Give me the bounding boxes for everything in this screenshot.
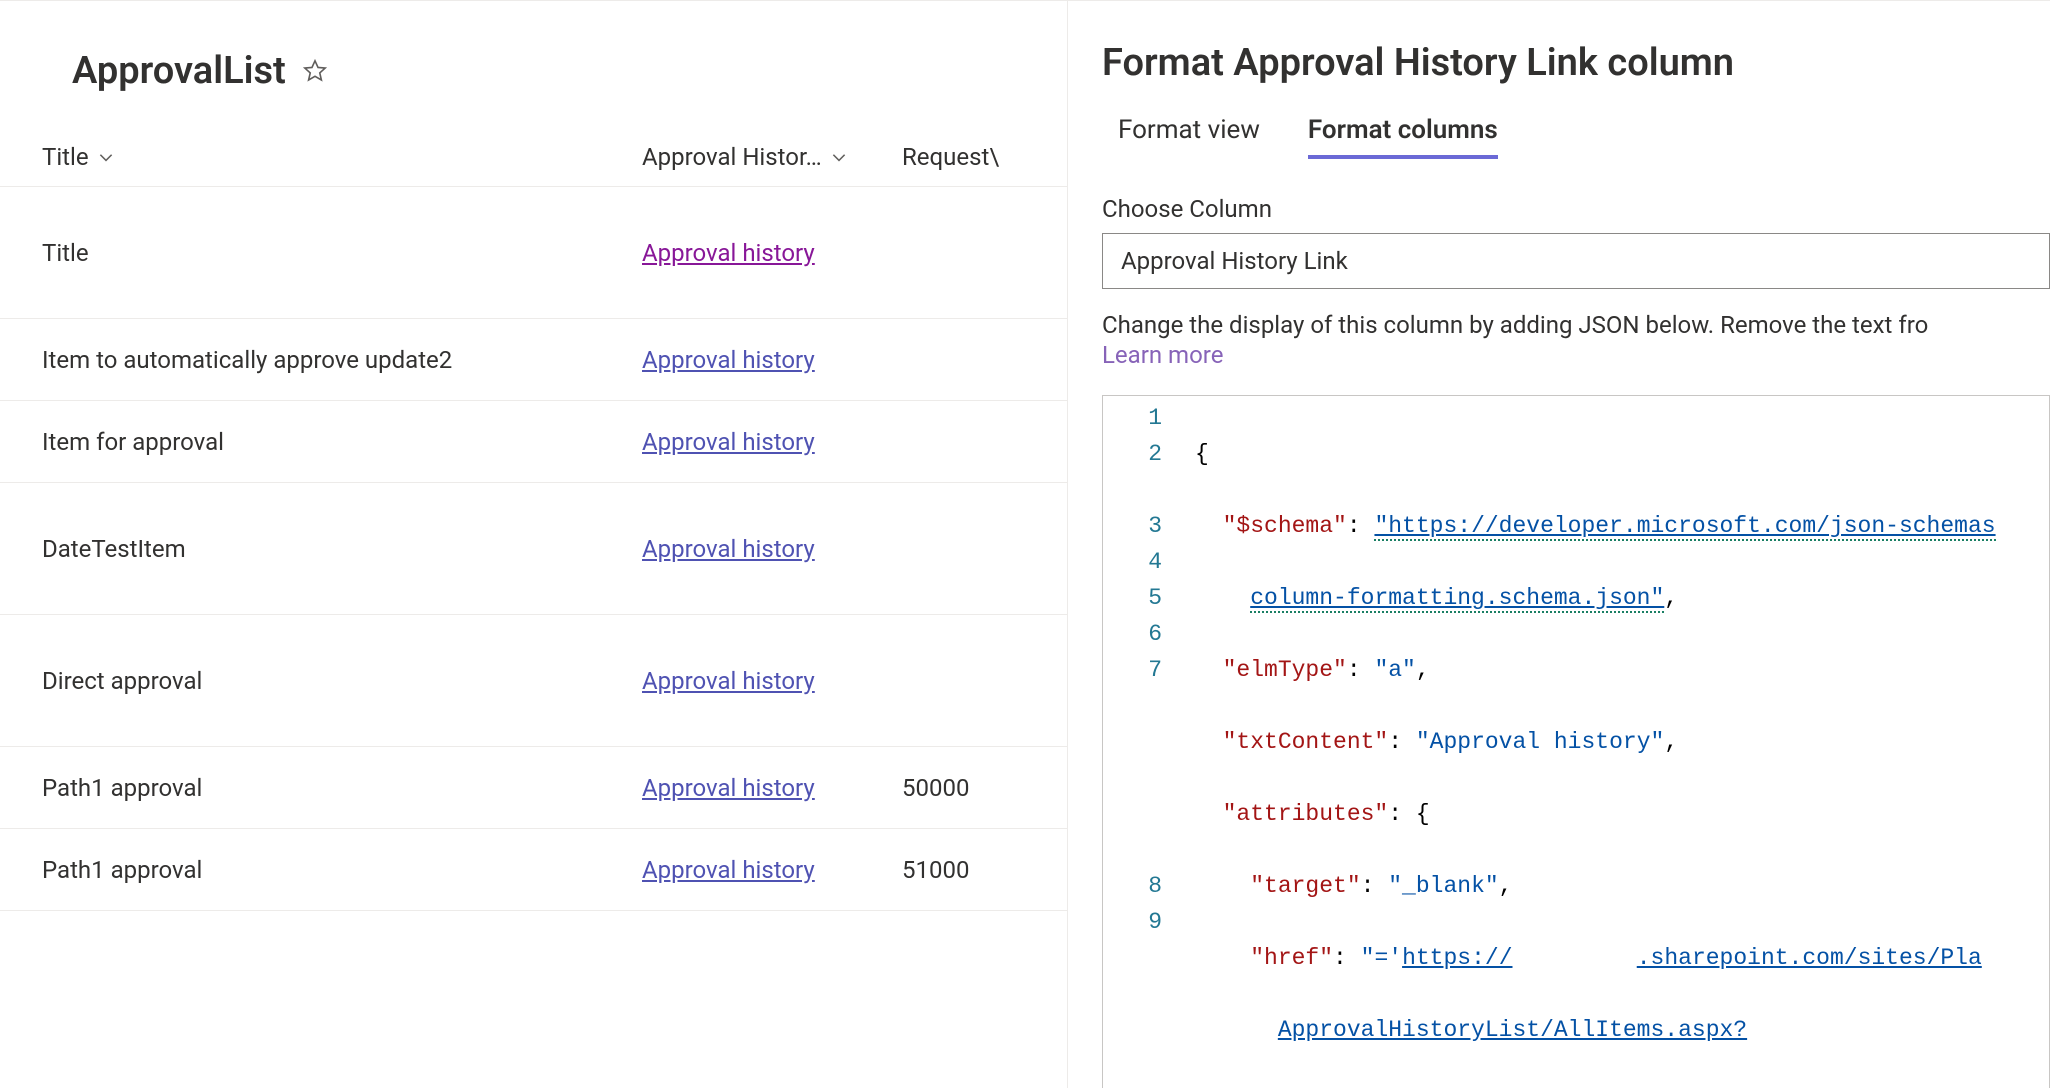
cell-history-link: Approval history: [642, 774, 902, 802]
column-header-history-label: Approval Histor…: [642, 143, 822, 171]
cell-title: Item to automatically approve update2: [42, 346, 642, 374]
column-header-request-label: Request\: [902, 143, 999, 171]
approval-history-link[interactable]: Approval history: [642, 346, 815, 374]
column-header-history[interactable]: Approval Histor…: [642, 143, 902, 171]
table-row[interactable]: Item to automatically approve update2App…: [0, 319, 1067, 401]
cell-title: Title: [42, 239, 642, 267]
table-row[interactable]: Path1 approvalApproval history 50000: [0, 747, 1067, 829]
column-header-title-label: Title: [42, 143, 89, 171]
editor-code[interactable]: { "$schema": "https://developer.microsof…: [1177, 396, 1996, 1088]
cell-history-link: Approval history: [642, 346, 902, 374]
choose-column-dropdown[interactable]: Approval History Link: [1102, 233, 2050, 289]
cell-title: DateTestItem: [42, 535, 642, 563]
cell-history-link: Approval history: [642, 667, 902, 695]
app-root: ApprovalList Title Approval Histor…: [0, 0, 2050, 1088]
cell-history-link: Approval history: [642, 535, 902, 563]
list-pane: ApprovalList Title Approval Histor…: [0, 1, 1068, 1088]
table-row[interactable]: Item for approvalApproval history: [0, 401, 1067, 483]
column-header-request[interactable]: Request\: [902, 143, 1068, 171]
column-header-title[interactable]: Title: [42, 143, 642, 171]
chevron-down-icon: [97, 148, 115, 166]
cell-history-link: Approval history: [642, 428, 902, 456]
learn-more-link[interactable]: Learn more: [1102, 341, 1223, 369]
cell-title: Path1 approval: [42, 774, 642, 802]
cell-title: Direct approval: [42, 667, 642, 695]
format-tabs: Format view Format columns: [1102, 115, 2050, 159]
editor-gutter: 1 2 3 4 5 6 7 8 9: [1103, 396, 1177, 1088]
cell-request: 51000: [902, 856, 1068, 884]
approval-history-link[interactable]: Approval history: [642, 774, 815, 802]
format-pane: Format Approval History Link column Form…: [1068, 1, 2050, 1088]
choose-column-label: Choose Column: [1102, 195, 2050, 223]
list-grid: Title Approval Histor… Request\ TitleApp…: [0, 127, 1067, 911]
favorite-star-icon[interactable]: [286, 58, 328, 84]
cell-title: Item for approval: [42, 428, 642, 456]
cell-history-link: Approval history: [642, 239, 902, 267]
cell-history-link: Approval history: [642, 856, 902, 884]
format-help-text: Change the display of this column by add…: [1102, 311, 2050, 339]
approval-history-link[interactable]: Approval history: [642, 535, 815, 563]
approval-history-link[interactable]: Approval history: [642, 667, 815, 695]
chevron-down-icon: [830, 148, 848, 166]
cell-title: Path1 approval: [42, 856, 642, 884]
table-row[interactable]: Direct approvalApproval history: [0, 615, 1067, 747]
table-row[interactable]: TitleApproval history: [0, 187, 1067, 319]
approval-history-link[interactable]: Approval history: [642, 856, 815, 884]
cell-request: 50000: [902, 774, 1068, 802]
list-title: ApprovalList: [72, 49, 286, 93]
approval-history-link[interactable]: Approval history: [642, 428, 815, 456]
table-row[interactable]: Path1 approvalApproval history 51000: [0, 829, 1067, 911]
tab-format-view[interactable]: Format view: [1118, 115, 1260, 159]
choose-column-value: Approval History Link: [1121, 247, 1348, 275]
grid-header: Title Approval Histor… Request\: [0, 127, 1067, 187]
pane-title: Format Approval History Link column: [1102, 41, 2050, 85]
table-row[interactable]: DateTestItemApproval history: [0, 483, 1067, 615]
list-title-row: ApprovalList: [0, 1, 1067, 127]
approval-history-link[interactable]: Approval history: [642, 239, 815, 267]
tab-format-columns[interactable]: Format columns: [1308, 115, 1498, 159]
json-editor[interactable]: 1 2 3 4 5 6 7 8 9 { "$schema": "https://…: [1102, 395, 2050, 1088]
